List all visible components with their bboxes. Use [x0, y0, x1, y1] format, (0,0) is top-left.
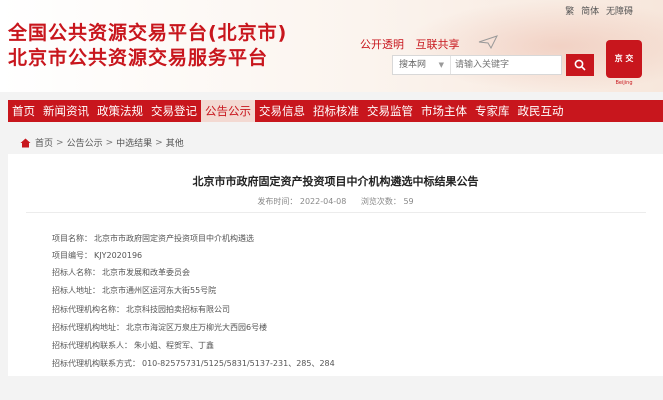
- field-project-number: 项目编号： KJY2020196: [52, 250, 142, 261]
- paper-plane-icon: [478, 35, 498, 49]
- nav-item-news[interactable]: 新闻资讯: [39, 100, 93, 122]
- field-project-name: 项目名称： 北京市市政府固定资产投资项目中介机构遴选: [52, 233, 254, 244]
- chevron-down-icon: ▼: [438, 61, 444, 69]
- field-agency-contact: 招标代理机构联系人： 朱小姐、程贺军、丁鑫: [52, 340, 214, 351]
- seal-logo: 京 交: [606, 40, 642, 78]
- publish-date: 发布时间： 2022-04-08: [257, 197, 347, 206]
- breadcrumb-announcements[interactable]: 公告公示: [67, 136, 103, 149]
- home-icon: [20, 138, 31, 147]
- field-label: 招标代理机构地址：: [52, 323, 124, 332]
- search-scope-value: 搜本网: [399, 60, 427, 70]
- nav-item-market-entities[interactable]: 市场主体: [417, 100, 471, 122]
- nav-item-experts[interactable]: 专家库: [471, 100, 514, 122]
- main-nav: 首页 新闻资讯 政策法规 交易登记 公告公示 交易信息 招标核准 交易监管 市场…: [8, 100, 663, 122]
- nav-item-interaction[interactable]: 政民互动: [514, 100, 568, 122]
- search-icon: [574, 59, 586, 71]
- breadcrumb-separator: >: [56, 137, 64, 148]
- field-agency-phone: 招标代理机构联系方式： 010-82575731/5125/5831/5137-2…: [52, 358, 335, 369]
- article-meta: 发布时间： 2022-04-08 浏览次数： 59: [8, 196, 663, 207]
- field-value: 010-82575731/5125/5831/5137-231、285、284: [142, 359, 335, 368]
- field-value: 北京市发展和改革委员会: [102, 268, 190, 277]
- nav-item-policy[interactable]: 政策法规: [93, 100, 147, 122]
- field-value: 北京科技园拍卖招标有限公司: [126, 305, 230, 314]
- article-title: 北京市市政府固定资产投资项目中介机构遴选中标结果公告: [192, 175, 479, 188]
- slogan-share: 互联共享: [415, 38, 460, 51]
- field-label: 招标人名称：: [52, 268, 100, 277]
- divider: [26, 212, 646, 213]
- view-count: 浏览次数： 59: [360, 197, 414, 206]
- breadcrumb-home[interactable]: 首页: [35, 136, 53, 149]
- page-footer-band: [0, 376, 663, 400]
- nav-item-announcements[interactable]: 公告公示: [201, 100, 255, 122]
- breadcrumb: 首页 > 公告公示 > 中选结果 > 其他: [20, 136, 184, 149]
- article-panel: 北京市市政府固定资产投资项目中介机构遴选中标结果公告 发布时间： 2022-04…: [8, 154, 663, 376]
- field-label: 招标代理机构联系方式：: [52, 359, 140, 368]
- field-label: 项目名称：: [52, 234, 92, 243]
- nav-item-trade-info[interactable]: 交易信息: [255, 100, 309, 122]
- nav-item-supervision[interactable]: 交易监管: [363, 100, 417, 122]
- slogan: 公开透明 互联共享: [360, 36, 468, 52]
- site-title-secondary[interactable]: 北京市公共资源交易服务平台: [8, 43, 268, 70]
- top-links: 繁 简体 无障碍: [561, 4, 633, 17]
- search-box: 搜本网 ▼: [392, 55, 562, 75]
- site-header: 全国公共资源交易平台(北京市) 北京市公共资源交易服务平台 繁 简体 无障碍 公…: [0, 0, 663, 92]
- nav-item-home[interactable]: 首页: [8, 100, 39, 122]
- field-value: 北京市海淀区万泉庄万柳光大西园6号楼: [126, 323, 268, 332]
- field-agency-address: 招标代理机构地址： 北京市海淀区万泉庄万柳光大西园6号楼: [52, 322, 267, 333]
- breadcrumb-separator: >: [155, 137, 163, 148]
- field-label: 招标代理机构名称：: [52, 305, 124, 314]
- link-accessibility[interactable]: 无障碍: [606, 7, 633, 17]
- search-scope-select[interactable]: 搜本网 ▼: [393, 56, 451, 74]
- nav-item-registration[interactable]: 交易登记: [147, 100, 201, 122]
- seal-caption: Beijing: [615, 80, 633, 86]
- link-traditional[interactable]: 繁: [565, 7, 574, 17]
- link-simplified[interactable]: 简体: [581, 7, 599, 17]
- seal-text: 京 交: [614, 53, 634, 63]
- field-value: KJY2020196: [94, 251, 143, 260]
- field-tenderer-address: 招标人地址： 北京市通州区运河东大街55号院: [52, 285, 216, 296]
- field-agency-name: 招标代理机构名称： 北京科技园拍卖招标有限公司: [52, 304, 230, 315]
- nav-item-bid-approval[interactable]: 招标核准: [309, 100, 363, 122]
- site-title-primary[interactable]: 全国公共资源交易平台(北京市): [8, 18, 287, 45]
- search-input[interactable]: [455, 56, 561, 74]
- field-label: 项目编号：: [52, 251, 92, 260]
- breadcrumb-other[interactable]: 其他: [166, 136, 184, 149]
- breadcrumb-separator: >: [105, 137, 114, 148]
- field-label: 招标人地址：: [52, 286, 100, 295]
- search-button[interactable]: [566, 54, 594, 76]
- field-value: 北京市通州区运河东大街55号院: [102, 286, 217, 295]
- field-value: 朱小姐、程贺军、丁鑫: [134, 341, 214, 350]
- field-value: 北京市市政府固定资产投资项目中介机构遴选: [94, 234, 254, 243]
- field-tenderer-name: 招标人名称： 北京市发展和改革委员会: [52, 267, 190, 278]
- breadcrumb-results[interactable]: 中选结果: [116, 136, 152, 149]
- slogan-open: 公开透明: [360, 38, 404, 51]
- field-label: 招标代理机构联系人：: [52, 341, 132, 350]
